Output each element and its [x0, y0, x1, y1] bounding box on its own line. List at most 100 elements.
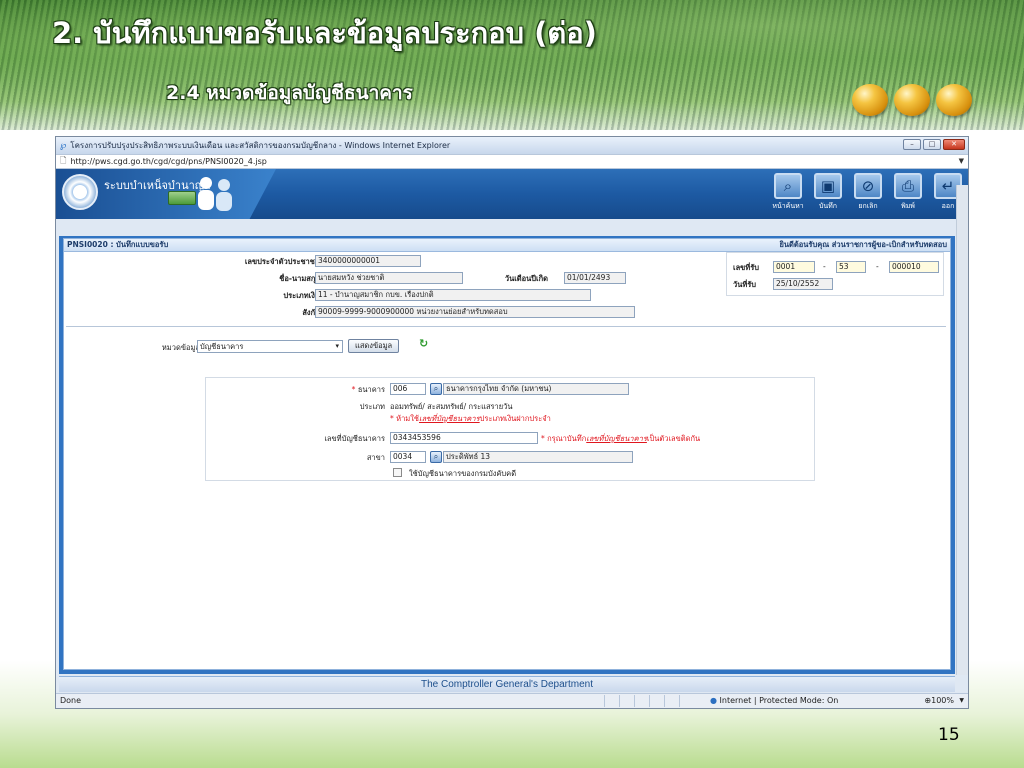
toolbar-save-button[interactable]: ▣ บันทึก — [812, 173, 844, 212]
window-title: โครงการปรับปรุงประสิทธิภาพระบบเงินเดือน … — [70, 141, 451, 150]
gold-ball-icon — [894, 84, 930, 116]
app-body: PNSI0020 : บันทึกแบบขอรับ ยินดีต้อนรับคุ… — [59, 236, 955, 674]
status-separators — [604, 695, 680, 707]
account-type-label: ประเภท — [359, 402, 385, 411]
branch-name-field: ประดิพัทธ์ 13 — [443, 451, 633, 463]
slide-subtitle: 2.4 หมวดข้อมูลบัญชีธนาคาร — [166, 82, 413, 104]
toolbar-cancel-button[interactable]: ⊘ ยกเลิก — [852, 173, 884, 212]
warning-link[interactable]: เลขที่บัญชีธนาคาร — [419, 414, 480, 423]
branch-lookup-icon[interactable]: ⌕ — [430, 451, 442, 463]
section-divider — [66, 326, 946, 327]
branch-label: สาขา — [366, 453, 385, 462]
bank-label-text: ธนาคาร — [357, 385, 385, 394]
address-dropdown-icon[interactable]: ▼ — [959, 157, 964, 165]
receipt-separator: - — [876, 262, 879, 271]
browser-titlebar: ℘ โครงการปรับปรุงประสิทธิภาพระบบเงินเดือ… — [56, 137, 968, 154]
name-field: นายสมหวัง ช่วยชาติ — [315, 272, 463, 284]
search-icon: ⌕ — [774, 173, 802, 199]
slide-title: 2. บันทึกแบบขอรับและข้อมูลประกอบ (ต่อ) — [52, 16, 597, 50]
globe-icon: ● — [710, 696, 717, 705]
account-no-note: * กรุณาบันทึกเลขที่บัญชีธนาคารเป็นตัวเลข… — [541, 433, 700, 445]
receipt-box — [726, 252, 944, 296]
toolbar-label: หน้าค้นหา — [772, 202, 804, 210]
warning-text: ประเภทเงินฝากประจำ — [479, 414, 551, 423]
browser-statusbar: Done ● Internet | Protected Mode: On ⊕10… — [56, 693, 968, 708]
status-text: Done — [60, 696, 82, 705]
citizen-id-label: เลขประจำตัวประชาชน — [244, 257, 320, 266]
app-banner: ระบบบำเหน็จบำนาญฯ ⌕ หน้าค้นหา ▣ บันทึก ⊘… — [56, 169, 968, 219]
bank-name-field: ธนาคารกรุงไทย จำกัด (มหาชน) — [443, 383, 629, 395]
category-label: หมวดข้อมูล — [161, 343, 200, 352]
close-button[interactable]: ✕ — [943, 139, 965, 150]
window-controls: – □ ✕ — [903, 139, 965, 150]
page-number: 15 — [938, 725, 960, 745]
birthdate-field: 01/01/2493 — [564, 272, 626, 284]
toolbar: ⌕ หน้าค้นหา ▣ บันทึก ⊘ ยกเลิก ⎙ พิมพ์ ↵ … — [772, 173, 964, 212]
account-type-value: ออมทรัพย์/ สะสมทรัพย์/ กระแสรายวัน — [390, 402, 513, 411]
zoom-level[interactable]: ⊕100% — [924, 694, 954, 708]
browser-window: ℘ โครงการปรับปรุงประสิทธิภาพระบบเงินเดือ… — [55, 136, 969, 709]
minimize-button[interactable]: – — [903, 139, 921, 150]
address-bar[interactable]: 🗋 http://pws.cgd.go.th/cgd/cgd/pns/PNSI0… — [56, 154, 968, 169]
form-code-title: PNSI0020 : บันทึกแบบขอรับ — [67, 240, 169, 249]
toolbar-label: บันทึก — [818, 202, 838, 210]
account-no-label: เลขที่บัญชีธนาคาร — [324, 434, 385, 443]
citizen-id-field: 3400000000001 — [315, 255, 421, 267]
use-govt-account-label: ใช้บัญชีธนาคารของกรมบังคับคดี — [409, 469, 517, 478]
toolbar-label: ยกเลิก — [858, 202, 878, 210]
toolbar-print-button[interactable]: ⎙ พิมพ์ — [892, 173, 924, 212]
receipt-no-part1[interactable]: 0001 — [773, 261, 815, 273]
security-zone: ● Internet | Protected Mode: On — [710, 694, 838, 708]
ie-logo-icon: ℘ — [60, 140, 67, 151]
vertical-scrollbar[interactable] — [956, 185, 968, 675]
form-titlebar: PNSI0020 : บันทึกแบบขอรับ ยินดีต้อนรับคุ… — [64, 239, 950, 252]
toolbar-search-button[interactable]: ⌕ หน้าค้นหา — [772, 173, 804, 212]
affiliation-field: 90009-9999-9000900000 หน่วยงานย่อยสำหรับ… — [315, 306, 635, 318]
receipt-no-label: เลขที่รับ — [733, 263, 760, 272]
required-mark: * — [351, 385, 356, 394]
receipt-date-label: วันที่รับ — [733, 280, 757, 289]
gold-ball-icon — [936, 84, 972, 116]
decorative-balls — [852, 84, 972, 116]
toolbar-label: พิมพ์ — [901, 202, 915, 210]
birthdate-label: วันเดือนปีเกิด — [504, 274, 548, 283]
chevron-down-icon: ▾ — [335, 342, 339, 350]
maximize-button[interactable]: □ — [923, 139, 941, 150]
print-icon: ⎙ — [894, 173, 922, 199]
welcome-text: ยินดีต้อนรับคุณ ส่วนราชการผู้ขอ-เบิกสำหร… — [779, 240, 947, 249]
show-data-button[interactable]: แสดงข้อมูล — [348, 339, 400, 353]
cancel-icon: ⊘ — [854, 173, 882, 199]
refresh-icon[interactable]: ↻ — [419, 337, 428, 350]
note-text: เป็นตัวเลขติดกัน — [646, 434, 701, 443]
app-footer: The Comptroller General's Department — [59, 676, 955, 692]
account-type-warning: * ห้ามใช้เลขที่บัญชีธนาคารประเภทเงินฝากป… — [390, 413, 551, 425]
receipt-no-part3[interactable]: 000010 — [889, 261, 939, 273]
cgd-seal-logo — [62, 174, 98, 210]
note-link[interactable]: เลขที่บัญชีธนาคาร — [586, 434, 647, 443]
bank-code-field[interactable]: 006 — [390, 383, 426, 395]
zoom-dropdown-icon[interactable]: ▼ — [959, 694, 964, 708]
receipt-separator: - — [823, 262, 826, 271]
money-icon — [168, 191, 196, 205]
security-zone-text: Internet | Protected Mode: On — [719, 696, 839, 705]
save-icon: ▣ — [814, 173, 842, 199]
use-govt-account-checkbox[interactable] — [393, 468, 402, 477]
form-panel: PNSI0020 : บันทึกแบบขอรับ ยินดีต้อนรับคุ… — [63, 238, 951, 670]
toolbar-label: ออก — [941, 202, 955, 210]
money-type-field: 11 - บำนาญสมาชิก กบข. เรื่องปกติ — [315, 289, 591, 301]
account-no-field[interactable]: 0343453596 — [390, 432, 538, 444]
zoom-value: 100% — [931, 696, 954, 705]
note-text: * กรุณาบันทึก — [541, 434, 587, 443]
bank-lookup-icon[interactable]: ⌕ — [430, 383, 442, 395]
name-label: ชื่อ-นามสกุล — [279, 274, 320, 283]
address-url[interactable]: http://pws.cgd.go.th/cgd/cgd/pns/PNSI002… — [70, 157, 266, 166]
receipt-no-part2[interactable]: 53 — [836, 261, 866, 273]
page-icon: 🗋 — [60, 155, 67, 165]
gold-ball-icon — [852, 84, 888, 116]
category-select[interactable]: บัญชีธนาคาร ▾ — [197, 340, 343, 353]
warning-text: * ห้ามใช้ — [390, 414, 419, 423]
branch-code-field[interactable]: 0034 — [390, 451, 426, 463]
bank-label: * ธนาคาร — [352, 384, 385, 396]
category-select-value: บัญชีธนาคาร — [200, 342, 244, 351]
receipt-date-field: 25/10/2552 — [773, 278, 833, 290]
